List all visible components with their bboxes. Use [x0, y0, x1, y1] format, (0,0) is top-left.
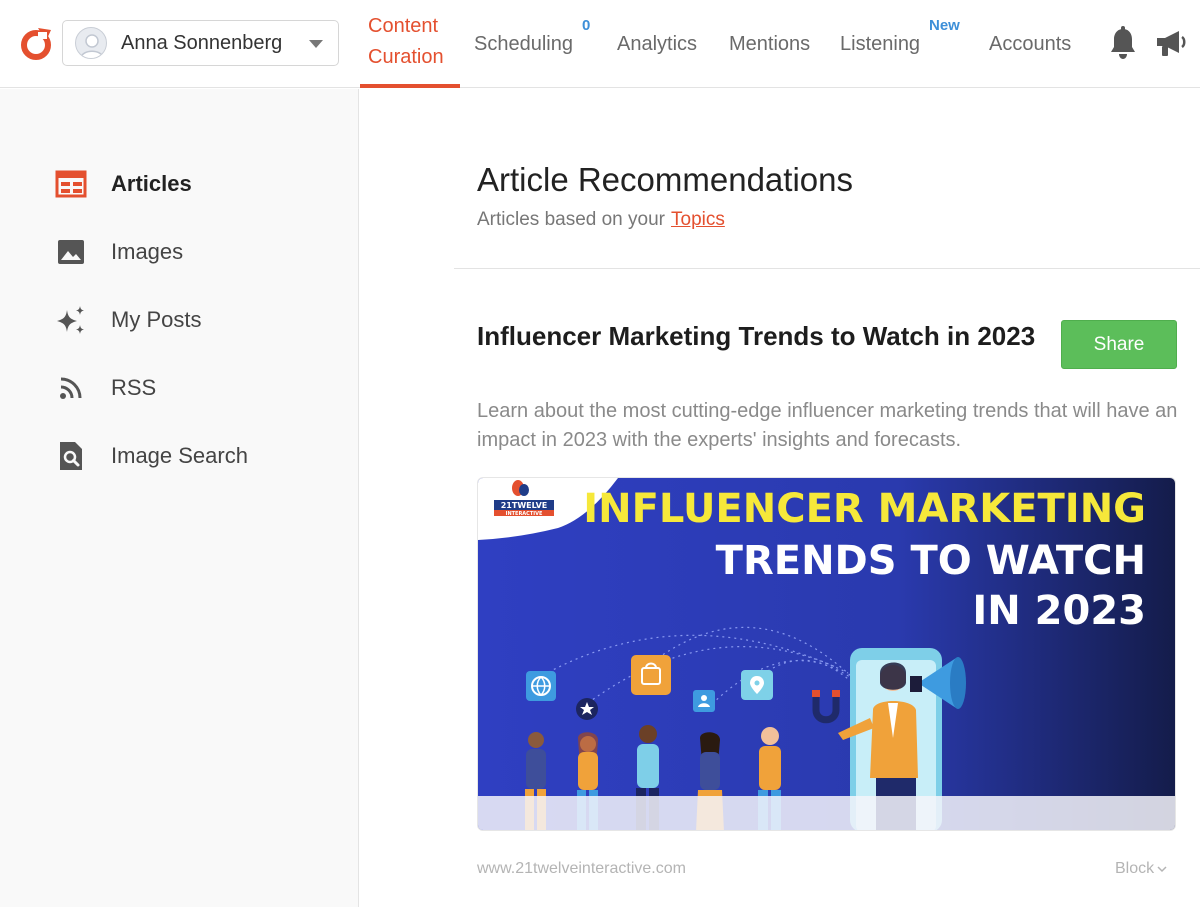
bell-icon[interactable] — [1108, 26, 1138, 60]
star-bubble-icon — [576, 698, 598, 720]
sidebar-item-images[interactable]: Images — [55, 232, 183, 272]
image-headline-line3: IN 2023 — [972, 588, 1146, 634]
top-navigation-bar: Anna Sonnenberg Content Curation Schedul… — [0, 0, 1200, 88]
share-button[interactable]: Share — [1061, 320, 1177, 369]
tab-content-curation[interactable]: Content Curation — [360, 0, 460, 88]
article-thumbnail[interactable]: 21TWELVE INTERACTIVE INFLUENCER MARKETIN… — [477, 477, 1176, 831]
tab-label: Scheduling — [474, 32, 573, 55]
sidebar-item-my-posts[interactable]: My Posts — [55, 300, 201, 340]
sidebar-item-articles[interactable]: Articles — [55, 164, 192, 204]
tab-analytics[interactable]: Analytics — [617, 0, 697, 88]
avatar — [75, 27, 107, 59]
tab-label: Analytics — [617, 32, 698, 55]
article-description: Learn about the most cutting-edge influe… — [477, 400, 1178, 451]
image-icon — [55, 236, 87, 268]
megaphone-icon[interactable] — [1155, 28, 1187, 58]
block-label: Block — [1115, 860, 1155, 877]
divider — [454, 268, 1200, 269]
sidebar-item-rss[interactable]: RSS — [55, 368, 156, 408]
sidebar-item-label: Images — [111, 239, 184, 264]
tab-label-line2: Curation — [368, 46, 444, 68]
chevron-down-icon — [309, 40, 323, 48]
tab-label: Mentions — [729, 32, 811, 55]
sidebar: Articles Images My Posts RSS Image Searc… — [0, 89, 359, 907]
account-switcher[interactable]: Anna Sonnenberg — [62, 20, 339, 66]
article-illustration: 21TWELVE INTERACTIVE INFLUENCER MARKETIN… — [478, 478, 1175, 830]
listening-new-badge: New — [929, 17, 960, 34]
account-name: Anna Sonnenberg — [121, 31, 283, 54]
tab-accounts[interactable]: Accounts — [989, 0, 1071, 88]
image-headline-line2: TRENDS TO WATCH — [716, 538, 1146, 584]
main-content: Article Recommendations Articles based o… — [360, 89, 1200, 907]
shopping-bag-bubble-icon — [631, 655, 671, 695]
tab-listening[interactable]: Listening — [840, 0, 920, 88]
tab-label: Listening — [840, 32, 921, 55]
page-title: Article Recommendations — [477, 161, 853, 198]
sparkle-icon — [55, 304, 87, 336]
sidebar-item-label: My Posts — [111, 307, 202, 332]
tab-scheduling[interactable]: Scheduling — [474, 0, 573, 88]
sidebar-item-image-search[interactable]: Image Search — [55, 436, 248, 476]
tab-label: Accounts — [989, 32, 1072, 55]
topics-link[interactable]: Topics — [671, 209, 725, 230]
scheduling-count-badge: 0 — [582, 17, 591, 34]
brand-name: 21TWELVE — [501, 501, 548, 510]
tab-label-line1: Content — [368, 15, 439, 37]
app-logo-icon[interactable] — [18, 26, 54, 62]
sidebar-item-label: Image Search — [111, 443, 248, 468]
image-search-icon — [55, 440, 87, 472]
rss-icon — [55, 372, 87, 404]
sidebar-item-label: Articles — [111, 171, 192, 196]
image-headline-line1: INFLUENCER MARKETING — [583, 486, 1146, 532]
user-bubble-icon — [693, 690, 715, 712]
page-subtitle: Articles based on your Topics — [477, 209, 725, 231]
articles-icon — [55, 168, 87, 200]
tab-mentions[interactable]: Mentions — [729, 0, 810, 88]
article-title[interactable]: Influencer Marketing Trends to Watch in … — [477, 319, 1037, 353]
block-dropdown[interactable]: Block — [1115, 860, 1167, 878]
sidebar-item-label: RSS — [111, 375, 157, 400]
location-bubble-icon — [741, 670, 773, 700]
globe-bubble-icon — [526, 671, 556, 701]
chevron-down-icon — [1157, 866, 1167, 873]
brand-sub: INTERACTIVE — [506, 511, 543, 517]
article-source-url[interactable]: www.21twelveinteractive.com — [477, 860, 686, 878]
subtitle-text: Articles based on your — [477, 209, 665, 230]
